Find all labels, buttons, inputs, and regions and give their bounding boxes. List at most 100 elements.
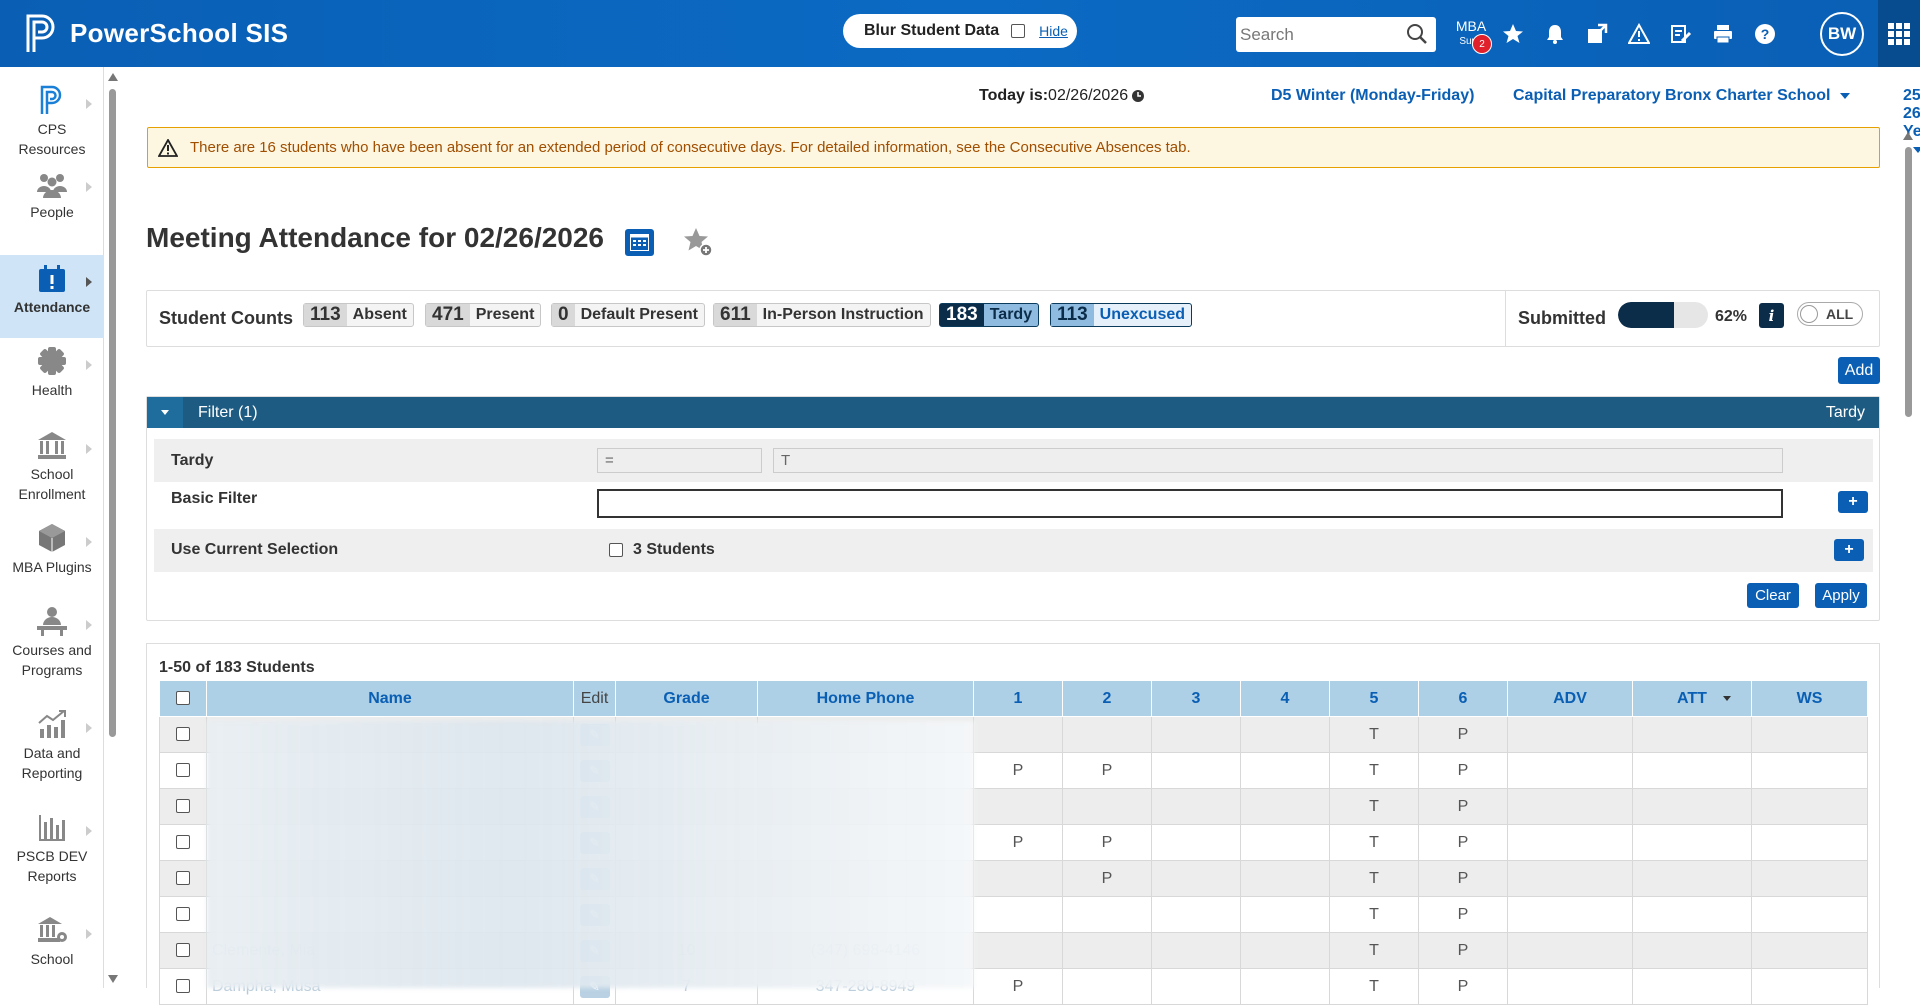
period-1-cell[interactable] — [973, 860, 1063, 897]
column-header-period-3[interactable]: 3 — [1151, 680, 1241, 717]
ws-cell[interactable] — [1751, 824, 1868, 861]
sidebar-item-school[interactable]: School — [0, 907, 104, 990]
att-cell[interactable] — [1632, 860, 1752, 897]
edit-document-icon[interactable] — [1660, 16, 1702, 52]
printer-icon[interactable] — [1702, 16, 1744, 52]
ws-cell[interactable] — [1751, 968, 1868, 1005]
alert-triangle-icon[interactable] — [1618, 16, 1660, 52]
period-5-cell[interactable]: T — [1329, 788, 1419, 825]
period-6-cell[interactable]: P — [1418, 788, 1508, 825]
absent-count-chip[interactable]: 113 Absent — [303, 303, 414, 327]
period-6-cell[interactable]: P — [1418, 932, 1508, 969]
sidebar-item-mba-plugins[interactable]: MBA Plugins — [0, 515, 104, 598]
ws-cell[interactable] — [1751, 860, 1868, 897]
period-1-cell[interactable]: P — [973, 968, 1063, 1005]
row-checkbox[interactable] — [176, 763, 190, 778]
row-checkbox[interactable] — [176, 799, 190, 814]
period-4-cell[interactable] — [1240, 716, 1330, 753]
column-header-period-4[interactable]: 4 — [1240, 680, 1330, 717]
adv-cell[interactable] — [1507, 932, 1633, 969]
att-cell[interactable] — [1632, 752, 1752, 789]
sidebar-item-people[interactable]: People — [0, 160, 104, 243]
sidebar-item-cps-resources[interactable]: CPS Resources — [0, 77, 104, 160]
user-avatar[interactable]: BW — [1820, 12, 1864, 56]
period-2-cell[interactable] — [1062, 932, 1152, 969]
search-input[interactable]: Search — [1240, 25, 1294, 45]
period-1-cell[interactable] — [973, 896, 1063, 933]
adv-cell[interactable] — [1507, 968, 1633, 1005]
collapse-toggle-icon[interactable] — [147, 397, 183, 428]
period-3-cell[interactable] — [1151, 968, 1241, 1005]
period-2-cell[interactable]: P — [1062, 824, 1152, 861]
period-5-cell[interactable]: T — [1329, 896, 1419, 933]
column-header-grade[interactable]: Grade — [615, 680, 758, 717]
sidebar-scroll-thumb[interactable] — [109, 89, 116, 737]
sidebar-item-attendance[interactable]: Attendance — [0, 255, 104, 338]
apply-button[interactable]: Apply — [1815, 583, 1867, 608]
row-checkbox[interactable] — [176, 979, 190, 994]
period-6-cell[interactable]: P — [1418, 752, 1508, 789]
ws-cell[interactable] — [1751, 896, 1868, 933]
app-grid-icon[interactable] — [1878, 0, 1920, 67]
all-toggle[interactable]: ALL — [1797, 302, 1863, 326]
sidebar-item-courses-and-programs[interactable]: Courses and Programs — [0, 598, 104, 681]
blur-checkbox[interactable] — [1011, 24, 1026, 38]
att-cell[interactable] — [1632, 968, 1752, 1005]
row-checkbox[interactable] — [176, 727, 190, 742]
att-cell[interactable] — [1632, 896, 1752, 933]
add-button[interactable]: Add — [1838, 357, 1880, 384]
ws-cell[interactable] — [1751, 716, 1868, 753]
filter-value-field[interactable]: T — [773, 448, 1783, 473]
help-icon[interactable]: ? — [1744, 16, 1786, 52]
sidebar-scrollbar[interactable] — [106, 67, 118, 988]
adv-cell[interactable] — [1507, 716, 1633, 753]
period-1-cell[interactable]: P — [973, 752, 1063, 789]
row-checkbox[interactable] — [176, 943, 190, 958]
search-icon[interactable] — [1406, 23, 1428, 45]
column-header-ws[interactable]: WS — [1751, 680, 1868, 717]
period-3-cell[interactable] — [1151, 788, 1241, 825]
period-6-cell[interactable]: P — [1418, 860, 1508, 897]
term-selector[interactable]: D5 Winter (Monday-Friday) — [1271, 87, 1474, 105]
add-selection-button[interactable]: + — [1834, 539, 1864, 561]
ws-cell[interactable] — [1751, 932, 1868, 969]
info-icon[interactable]: i — [1759, 303, 1784, 328]
adv-cell[interactable] — [1507, 860, 1633, 897]
att-cell[interactable] — [1632, 824, 1752, 861]
add-filter-button[interactable]: + — [1838, 491, 1868, 513]
main-scroll-thumb[interactable] — [1905, 147, 1912, 417]
sidebar-item-school-enrollment[interactable]: School Enrollment — [0, 422, 104, 505]
period-2-cell[interactable] — [1062, 896, 1152, 933]
period-5-cell[interactable]: T — [1329, 752, 1419, 789]
period-3-cell[interactable] — [1151, 824, 1241, 861]
ws-cell[interactable] — [1751, 788, 1868, 825]
adv-cell[interactable] — [1507, 896, 1633, 933]
att-cell[interactable] — [1632, 716, 1752, 753]
column-header-att[interactable]: ATT — [1632, 680, 1752, 717]
default-present-count-chip[interactable]: 0 Default Present — [551, 303, 705, 327]
period-1-cell[interactable] — [973, 716, 1063, 753]
period-6-cell[interactable]: P — [1418, 896, 1508, 933]
period-3-cell[interactable] — [1151, 896, 1241, 933]
adv-cell[interactable] — [1507, 824, 1633, 861]
calendar-button[interactable] — [625, 229, 654, 256]
period-5-cell[interactable]: T — [1329, 860, 1419, 897]
period-3-cell[interactable] — [1151, 860, 1241, 897]
scroll-up-icon[interactable] — [108, 73, 118, 81]
period-5-cell[interactable]: T — [1329, 968, 1419, 1005]
select-all-checkbox[interactable] — [176, 691, 190, 706]
notifications-bell-icon[interactable] — [1534, 16, 1576, 52]
period-4-cell[interactable] — [1240, 788, 1330, 825]
column-header-adv[interactable]: ADV — [1507, 680, 1633, 717]
scroll-up-icon[interactable] — [1903, 132, 1913, 140]
sidebar-item-pscb-dev-reports[interactable]: PSCB DEV Reports — [0, 804, 104, 887]
scroll-down-icon[interactable] — [108, 975, 118, 983]
period-2-cell[interactable] — [1062, 788, 1152, 825]
brand-logo[interactable]: PowerSchool SIS — [24, 12, 288, 54]
period-3-cell[interactable] — [1151, 752, 1241, 789]
ws-cell[interactable] — [1751, 752, 1868, 789]
basic-filter-input[interactable] — [597, 489, 1783, 518]
column-header-period-5[interactable]: 5 — [1329, 680, 1419, 717]
in-person-count-chip[interactable]: 611 In-Person Instruction — [713, 303, 931, 327]
period-4-cell[interactable] — [1240, 932, 1330, 969]
